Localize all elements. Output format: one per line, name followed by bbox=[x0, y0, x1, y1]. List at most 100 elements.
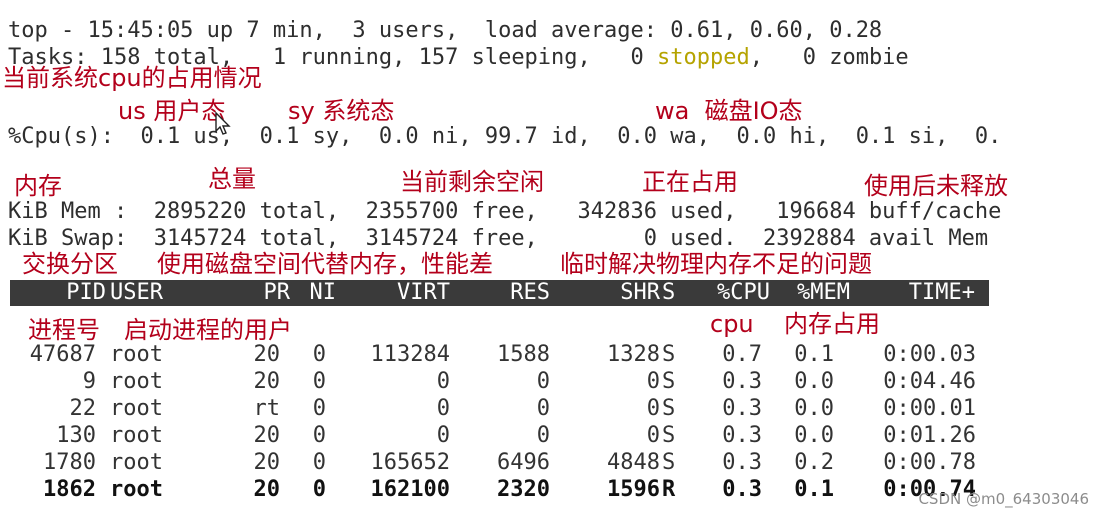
process-row-1-cpu: 0.3 bbox=[722, 369, 762, 394]
process-row-0-user: root bbox=[110, 342, 163, 367]
process-row-3-s: S bbox=[662, 423, 676, 448]
annotation-free: 当前剩余空闲 bbox=[400, 168, 544, 196]
process-row-4-res: 6496 bbox=[497, 450, 550, 475]
process-row-3-virt: 0 bbox=[436, 423, 450, 448]
process-row-4-cpu: 0.3 bbox=[722, 450, 762, 475]
col-mem[interactable]: %MEM bbox=[770, 280, 850, 306]
process-row-4-s: S bbox=[662, 450, 676, 475]
process-row-5-virt: 162100 bbox=[370, 477, 450, 502]
process-row-3-pid: 130 bbox=[56, 423, 96, 448]
process-row-0-pid: 47687 bbox=[29, 342, 96, 367]
process-row-2-cpu: 0.3 bbox=[722, 396, 762, 421]
process-row-2-res: 0 bbox=[536, 396, 550, 421]
annotation-swap: 交换分区 bbox=[22, 250, 118, 278]
col-virt[interactable]: VIRT bbox=[360, 280, 450, 306]
process-row-3-cpu: 0.3 bbox=[722, 423, 762, 448]
col-s[interactable]: S bbox=[662, 280, 675, 306]
annotation-swap-desc2: 临时解决物理内存不足的问题 bbox=[560, 250, 872, 278]
process-row-2-shr: 0 bbox=[646, 396, 660, 421]
process-row-4-ni: 0 bbox=[312, 450, 326, 475]
process-row-1-pid: 9 bbox=[82, 369, 96, 394]
process-row-1-user: root bbox=[110, 369, 163, 394]
col-user[interactable]: USER bbox=[110, 280, 163, 306]
process-row-1-mem: 0.0 bbox=[794, 369, 834, 394]
process-row-3-res: 0 bbox=[536, 423, 550, 448]
annotation-sy: sy 系统态 bbox=[288, 97, 395, 125]
process-row-4-mem: 0.2 bbox=[794, 450, 834, 475]
process-row-4-shr: 4848 bbox=[607, 450, 660, 475]
annotation-mem: 内存 bbox=[14, 172, 62, 200]
process-row-1-s: S bbox=[662, 369, 676, 394]
process-row-5-res: 2320 bbox=[497, 477, 550, 502]
annotation-cpu-title: 当前系统cpu的占用情况 bbox=[2, 64, 262, 92]
watermark: CSDN @m0_64303046 bbox=[918, 490, 1089, 508]
process-row-4-pid: 1780 bbox=[43, 450, 96, 475]
process-row-1-ni: 0 bbox=[312, 369, 326, 394]
annotation-user: 启动进程的用户 bbox=[124, 316, 292, 344]
annotation-total: 总量 bbox=[208, 165, 256, 193]
col-pr[interactable]: PR bbox=[234, 280, 291, 306]
process-row-4-user: root bbox=[110, 450, 163, 475]
col-time[interactable]: TIME+ bbox=[860, 280, 975, 306]
process-row-5-shr: 1596 bbox=[607, 477, 660, 502]
annotation-wa: wa 磁盘IO态 bbox=[655, 97, 803, 125]
process-row-2-pid: 22 bbox=[69, 396, 97, 421]
annotation-cpu: cpu bbox=[710, 310, 754, 338]
process-row-2-user: root bbox=[110, 396, 163, 421]
process-row-4-time: 0:00.78 bbox=[883, 450, 976, 475]
process-row-2-pr: rt bbox=[253, 396, 281, 421]
process-row-3-pr: 20 bbox=[253, 423, 281, 448]
swap-line: KiB Swap: 3145724 total, 3145724 free, 0… bbox=[8, 226, 989, 251]
process-row-3-shr: 0 bbox=[646, 423, 660, 448]
tasks-stopped-label: stopped bbox=[657, 45, 750, 70]
top-uptime-line: top - 15:45:05 up 7 min, 3 users, load a… bbox=[8, 18, 883, 43]
process-row-1-virt: 0 bbox=[436, 369, 450, 394]
process-row-0-cpu: 0.7 bbox=[722, 342, 762, 367]
mem-line: KiB Mem : 2895220 total, 2355700 free, 3… bbox=[8, 199, 1002, 224]
process-row-1-shr: 0 bbox=[646, 369, 660, 394]
process-row-2-time: 0:00.01 bbox=[883, 396, 976, 421]
process-row-0-ni: 0 bbox=[312, 342, 326, 367]
tasks-zombie-text: , 0 zombie bbox=[749, 45, 909, 70]
col-pid[interactable]: PID bbox=[30, 280, 106, 306]
process-row-5-user: root bbox=[110, 477, 163, 502]
process-row-2-s: S bbox=[662, 396, 676, 421]
process-row-5-ni: 0 bbox=[312, 477, 326, 502]
annotation-pid: 进程号 bbox=[28, 316, 100, 344]
process-row-0-s: S bbox=[662, 342, 676, 367]
process-row-3-ni: 0 bbox=[312, 423, 326, 448]
process-row-1-pr: 20 bbox=[253, 369, 281, 394]
annotation-swap-desc: 使用磁盘空间代替内存，性能差 bbox=[157, 250, 493, 278]
col-res[interactable]: RES bbox=[470, 280, 550, 306]
process-row-5-cpu: 0.3 bbox=[722, 477, 762, 502]
process-row-0-shr: 1328 bbox=[607, 342, 660, 367]
annotation-memuse: 内存占用 bbox=[784, 310, 880, 338]
process-row-0-time: 0:00.03 bbox=[883, 342, 976, 367]
col-cpu[interactable]: %CPU bbox=[690, 280, 770, 306]
process-row-4-pr: 20 bbox=[253, 450, 281, 475]
process-row-0-mem: 0.1 bbox=[794, 342, 834, 367]
process-row-5-pid: 1862 bbox=[43, 477, 96, 502]
cpu-line: %Cpu(s): 0.1 us, 0.1 sy, 0.0 ni, 99.7 id… bbox=[8, 124, 1002, 149]
process-row-0-pr: 20 bbox=[253, 342, 281, 367]
process-row-3-user: root bbox=[110, 423, 163, 448]
process-row-1-time: 0:04.46 bbox=[883, 369, 976, 394]
process-row-5-s: R bbox=[662, 477, 676, 502]
process-row-4-virt: 165652 bbox=[370, 450, 450, 475]
process-row-1-res: 0 bbox=[536, 369, 550, 394]
process-row-5-mem: 0.1 bbox=[794, 477, 834, 502]
col-ni[interactable]: NI bbox=[300, 280, 337, 306]
process-row-3-time: 0:01.26 bbox=[883, 423, 976, 448]
process-row-2-mem: 0.0 bbox=[794, 396, 834, 421]
process-row-2-virt: 0 bbox=[436, 396, 450, 421]
mouse-cursor-icon bbox=[215, 111, 231, 135]
process-row-0-res: 1588 bbox=[497, 342, 550, 367]
process-row-5-pr: 20 bbox=[253, 477, 281, 502]
col-shr[interactable]: SHR bbox=[570, 280, 660, 306]
process-row-2-ni: 0 bbox=[312, 396, 326, 421]
process-row-3-mem: 0.0 bbox=[794, 423, 834, 448]
process-row-0-virt: 113284 bbox=[370, 342, 450, 367]
annotation-used: 正在占用 bbox=[642, 168, 738, 196]
process-table-header: PID USER PR NI VIRT RES SHR S %CPU %MEM … bbox=[10, 280, 989, 306]
annotation-cache: 使用后未释放 bbox=[864, 172, 1008, 200]
